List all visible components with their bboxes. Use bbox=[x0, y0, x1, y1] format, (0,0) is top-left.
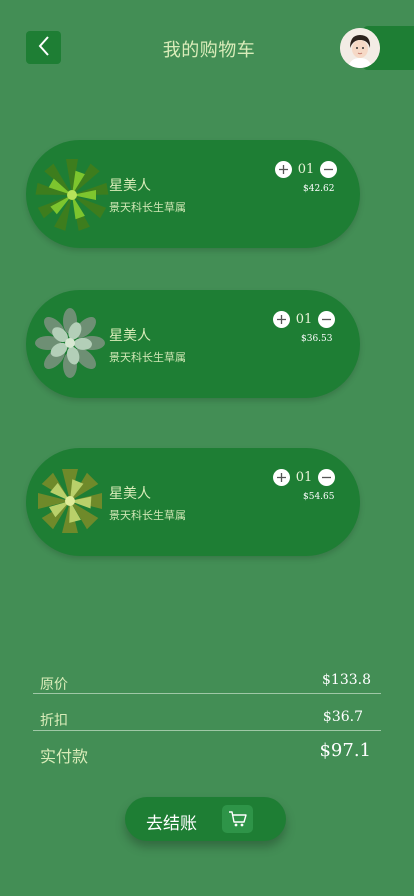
increase-button[interactable] bbox=[273, 310, 290, 328]
divider bbox=[33, 693, 381, 694]
original-price-value: $133.8 bbox=[322, 672, 371, 688]
product-name: 星美人 bbox=[109, 178, 151, 194]
decrease-button[interactable] bbox=[318, 468, 335, 486]
checkout-label: 去结账 bbox=[146, 814, 197, 834]
avatar[interactable] bbox=[340, 28, 380, 68]
decrease-button[interactable] bbox=[320, 160, 337, 178]
quantity-value: 01 bbox=[295, 469, 313, 485]
item-price: $54.65 bbox=[303, 492, 335, 502]
total-value: $97.1 bbox=[319, 740, 371, 761]
item-price: $36.53 bbox=[301, 334, 333, 344]
decrease-button[interactable] bbox=[318, 310, 335, 328]
quantity-stepper: 01 bbox=[273, 310, 335, 328]
checkout-button[interactable]: 去结账 bbox=[125, 797, 286, 841]
minus-icon bbox=[322, 318, 331, 320]
quantity-value: 01 bbox=[295, 311, 313, 327]
product-description: 景天科长生草属 bbox=[109, 201, 186, 214]
item-price: $42.62 bbox=[303, 184, 335, 194]
divider bbox=[33, 730, 381, 731]
plus-icon bbox=[277, 314, 286, 324]
cart-icon-box bbox=[222, 805, 253, 833]
product-name: 星美人 bbox=[109, 486, 151, 502]
increase-button[interactable] bbox=[273, 468, 290, 486]
quantity-value: 01 bbox=[297, 161, 315, 177]
quantity-stepper: 01 bbox=[273, 468, 335, 486]
cart-item: 星美人 景天科长生草属 01 $54.65 bbox=[26, 448, 360, 556]
plus-icon bbox=[279, 164, 288, 174]
total-label: 实付款 bbox=[40, 747, 89, 766]
plant-image bbox=[34, 305, 110, 381]
discount-label: 折扣 bbox=[40, 713, 68, 729]
cart-item: 星美人 景天科长生草属 01 $36.53 bbox=[26, 290, 360, 398]
cart-icon bbox=[228, 811, 247, 827]
quantity-stepper: 01 bbox=[275, 160, 337, 178]
plus-icon bbox=[277, 472, 286, 482]
plant-image bbox=[34, 463, 110, 539]
product-description: 景天科长生草属 bbox=[109, 509, 186, 522]
minus-icon bbox=[324, 168, 333, 170]
discount-value: $36.7 bbox=[322, 709, 363, 725]
minus-icon bbox=[322, 476, 331, 478]
cart-item: 星美人 景天科长生草属 01 $42.62 bbox=[26, 140, 360, 248]
product-name: 星美人 bbox=[109, 328, 151, 344]
plant-image bbox=[34, 155, 110, 231]
increase-button[interactable] bbox=[275, 160, 292, 178]
original-price-label: 原价 bbox=[40, 677, 68, 693]
product-description: 景天科长生草属 bbox=[109, 351, 186, 364]
